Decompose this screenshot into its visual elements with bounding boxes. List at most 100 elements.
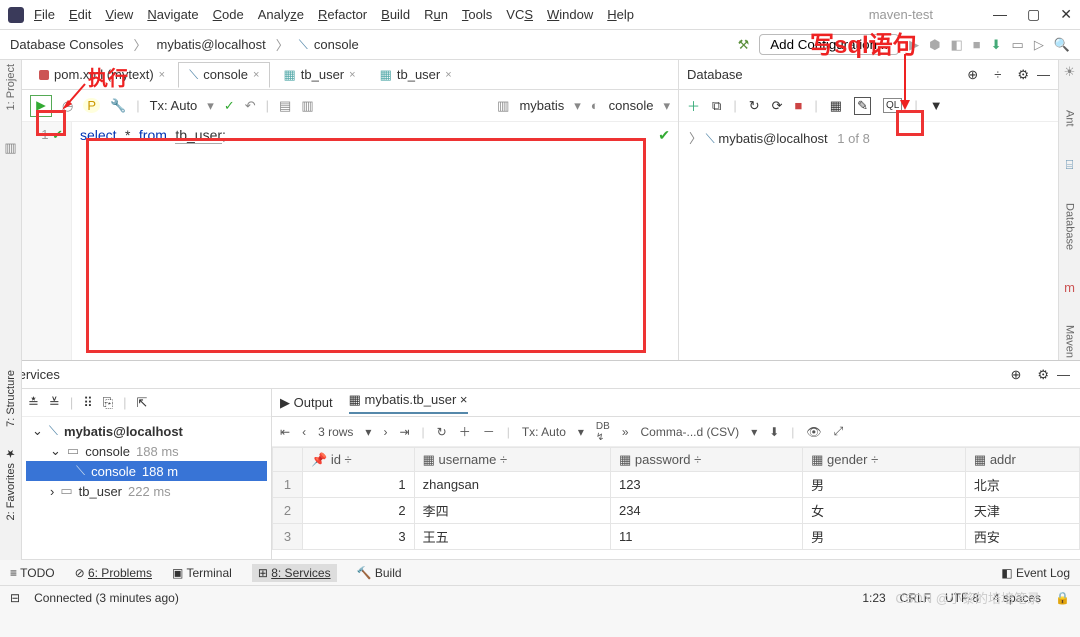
- menu-refactor[interactable]: Refactor: [318, 7, 367, 22]
- db-icon[interactable]: DB↯: [596, 421, 610, 443]
- export-select[interactable]: Comma-...d (CSV): [641, 425, 740, 439]
- folder-icon[interactable]: ▭: [1012, 37, 1024, 53]
- pin-icon[interactable]: ⇱: [137, 395, 148, 411]
- filter-icon[interactable]: ▼: [930, 98, 943, 113]
- jump-to-console-icon[interactable]: ✎: [854, 97, 871, 115]
- expand-icon[interactable]: ≛: [28, 395, 39, 411]
- minimize-icon[interactable]: ―: [993, 6, 1007, 23]
- services-target-icon[interactable]: ⊕: [1010, 367, 1021, 383]
- console-select[interactable]: console: [609, 98, 654, 113]
- group-icon[interactable]: ⠿: [83, 395, 93, 411]
- event-log-button[interactable]: ◧ Event Log: [1001, 566, 1070, 580]
- structure-tool-button[interactable]: 7: Structure: [5, 370, 17, 427]
- table-icon[interactable]: ▦: [830, 98, 842, 114]
- status-icon[interactable]: ⊟: [10, 591, 20, 605]
- collapse-all-icon[interactable]: ≚: [49, 395, 60, 411]
- remove-row-icon[interactable]: －: [483, 423, 495, 440]
- git-icon[interactable]: ⬇: [991, 37, 1002, 53]
- menu-code[interactable]: Code: [213, 7, 244, 22]
- menu-view[interactable]: View: [105, 7, 133, 22]
- build-button[interactable]: 🔨 Build: [357, 566, 402, 580]
- menu-build[interactable]: Build: [381, 7, 410, 22]
- grid-tx-mode[interactable]: Tx: Auto: [522, 425, 566, 439]
- encoding[interactable]: UTF-8: [945, 591, 979, 605]
- menu-tools[interactable]: Tools: [462, 7, 492, 22]
- download-icon[interactable]: ⬇: [769, 425, 779, 439]
- last-page-icon[interactable]: ⇥: [399, 425, 409, 439]
- coverage-icon[interactable]: ◧: [950, 37, 962, 53]
- rollback-icon[interactable]: ↶: [245, 98, 256, 114]
- close-icon[interactable]: ✕: [1060, 6, 1072, 23]
- breadcrumb-db[interactable]: mybatis@localhost: [156, 37, 265, 52]
- hammer-icon[interactable]: ⚒: [738, 37, 750, 53]
- first-page-icon[interactable]: ⇤: [280, 425, 290, 439]
- execute-button[interactable]: [30, 95, 52, 117]
- line-ending[interactable]: CRLF: [900, 591, 931, 605]
- target-icon[interactable]: ⊕: [967, 67, 978, 83]
- view-icon[interactable]: ⎘: [103, 395, 113, 411]
- maven-tool-button[interactable]: Maven: [1064, 325, 1076, 358]
- add-datasource-icon[interactable]: ＋: [687, 96, 700, 115]
- indent[interactable]: 4 spaces: [993, 591, 1041, 605]
- database-tool-button[interactable]: Database: [1064, 203, 1076, 250]
- breadcrumb-console[interactable]: console: [314, 37, 359, 52]
- prev-page-icon[interactable]: ‹: [302, 425, 306, 439]
- stop-db-icon[interactable]: ■: [795, 98, 803, 113]
- right-tool-stripe[interactable]: ☀ Ant ⌸ Database m Maven: [1058, 60, 1080, 360]
- tab-tbuser2[interactable]: ▦tb_user×: [369, 62, 463, 88]
- search-icon[interactable]: 🔍: [1054, 37, 1070, 53]
- caret-pos[interactable]: 1:23: [862, 591, 885, 605]
- menu-file[interactable]: File: [34, 7, 55, 22]
- menu-vcs[interactable]: VCS: [506, 7, 533, 22]
- tab-tbuser1[interactable]: ▦tb_user×: [272, 62, 366, 88]
- maximize-grid-icon[interactable]: ⤢: [834, 424, 844, 439]
- stop-icon[interactable]: ■: [973, 37, 981, 52]
- add-row-icon[interactable]: ＋: [459, 423, 471, 440]
- add-configuration-button[interactable]: Add Configuration...: [759, 34, 899, 55]
- project-tool-button[interactable]: 1: Project: [5, 64, 17, 110]
- services-tree[interactable]: ⌄⟍mybatis@localhost ⌄▭console188 ms ⟍con…: [22, 417, 271, 505]
- todo-button[interactable]: ≡ TODO: [10, 566, 55, 580]
- schema-select[interactable]: mybatis: [519, 98, 564, 113]
- sync-icon[interactable]: ⟳: [772, 98, 783, 114]
- main-menu[interactable]: File Edit View Navigate Code Analyze Ref…: [34, 7, 634, 22]
- database-tree[interactable]: 〉 ⟍ mybatis@localhost 1 of 8: [679, 122, 1058, 153]
- tab-pom[interactable]: pom.xml (mytext)×: [28, 62, 176, 87]
- sql-editor[interactable]: 1 ✔ select * from tb_user; ✔: [22, 122, 678, 360]
- hide-icon[interactable]: —: [1037, 67, 1050, 82]
- menu-window[interactable]: Window: [547, 7, 593, 22]
- left-tool-stripe[interactable]: 1: Project ▥: [0, 60, 22, 360]
- debug-icon[interactable]: ⬢: [929, 37, 940, 53]
- layout2-icon[interactable]: ▥: [301, 98, 313, 114]
- run-icon[interactable]: ▶: [909, 37, 919, 53]
- next-page-icon[interactable]: ›: [383, 425, 387, 439]
- menu-run[interactable]: Run: [424, 7, 448, 22]
- result-grid[interactable]: 📌 id ÷ ▦ username ÷ ▦ password ÷ ▦ gende…: [272, 447, 1080, 550]
- menu-navigate[interactable]: Navigate: [147, 7, 198, 22]
- tx-mode[interactable]: Tx: Auto: [150, 98, 198, 113]
- collapse-icon[interactable]: ÷: [994, 67, 1001, 82]
- problems-button[interactable]: ⊘ 6: Problems: [75, 566, 152, 580]
- duplicate-icon[interactable]: ⧉: [712, 98, 721, 114]
- terminal-button[interactable]: ▣ Terminal: [172, 566, 232, 580]
- lock-icon[interactable]: 🔒: [1055, 591, 1070, 605]
- gear-icon[interactable]: ⚙: [1017, 67, 1029, 83]
- play-tool-icon[interactable]: ▷: [1034, 37, 1044, 53]
- maximize-icon[interactable]: ▢: [1027, 6, 1040, 23]
- refresh-icon[interactable]: ↻: [749, 98, 760, 114]
- services-gear-icon[interactable]: ⚙: [1037, 367, 1049, 383]
- favorites-tool-button[interactable]: 2: Favorites ★: [4, 447, 17, 521]
- commit-icon[interactable]: ✓: [224, 98, 235, 114]
- services-hide-icon[interactable]: —: [1057, 367, 1070, 382]
- menu-help[interactable]: Help: [607, 7, 634, 22]
- menu-analyze[interactable]: Analyze: [258, 7, 304, 22]
- eye-icon[interactable]: 👁: [806, 425, 821, 439]
- tab-console[interactable]: ⟍console×: [178, 62, 270, 88]
- layout-icon[interactable]: ▤: [279, 98, 291, 114]
- settings-icon[interactable]: 🔧: [110, 98, 126, 114]
- grid-tab[interactable]: ▦ mybatis.tb_user ×: [349, 392, 468, 414]
- menu-edit[interactable]: Edit: [69, 7, 91, 22]
- breadcrumb-root[interactable]: Database Consoles: [10, 37, 123, 52]
- services-button[interactable]: ⊞ 8: Services: [252, 564, 337, 582]
- history-icon[interactable]: ◷: [62, 98, 73, 114]
